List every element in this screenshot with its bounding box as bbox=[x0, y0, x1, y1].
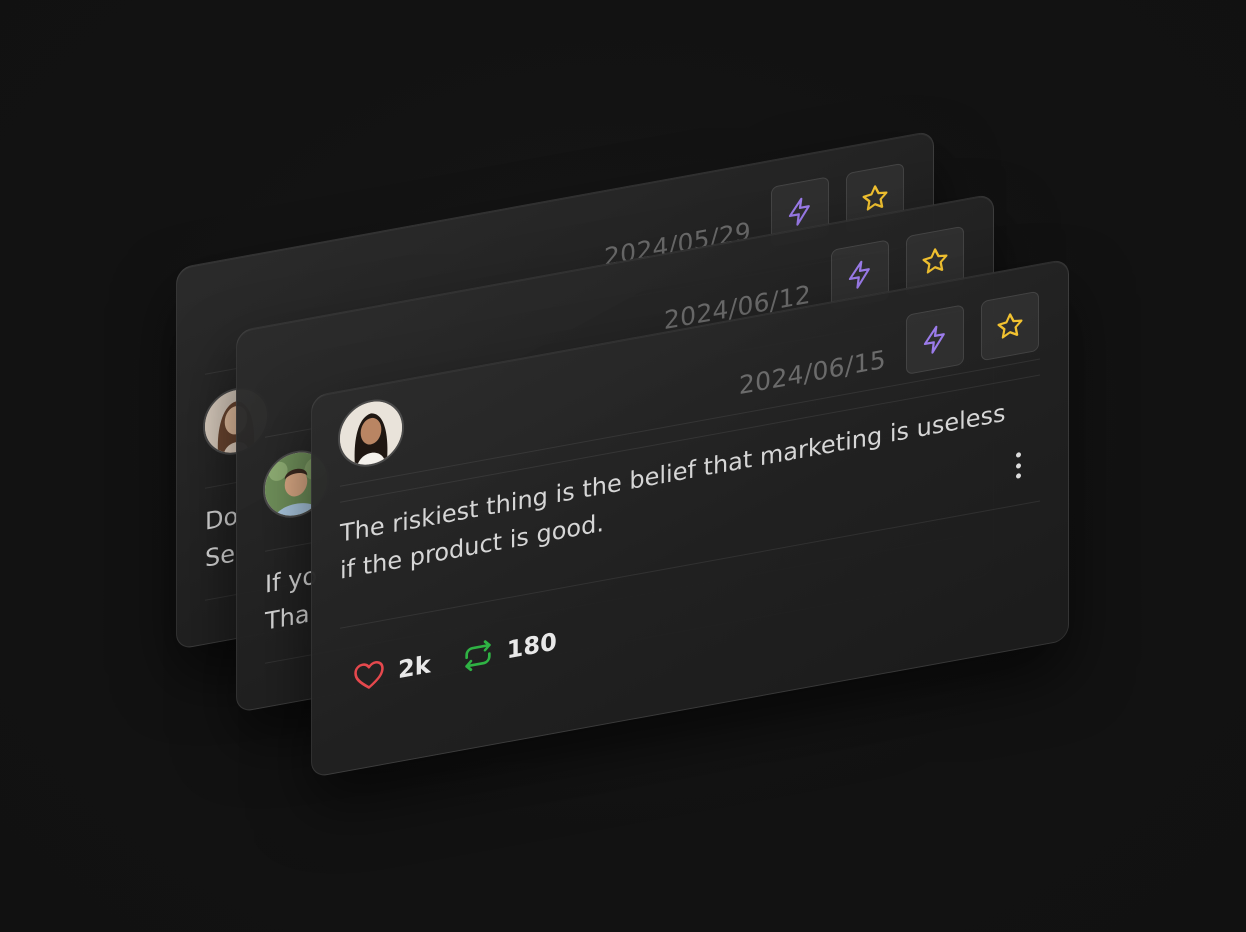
repost-count: 180 bbox=[506, 627, 557, 665]
more-dot bbox=[1015, 462, 1021, 469]
more-vertical-icon bbox=[1015, 452, 1021, 458]
heart-icon bbox=[354, 660, 384, 689]
more-dot bbox=[1015, 473, 1021, 479]
post-text: The riskiest thing is the belief that ma… bbox=[340, 398, 1006, 585]
like-count: 2k bbox=[398, 650, 431, 685]
like-button[interactable]: 2k bbox=[352, 647, 431, 695]
star-icon bbox=[997, 313, 1023, 339]
more-options-button[interactable] bbox=[1008, 447, 1028, 485]
repost-button[interactable]: 180 bbox=[461, 624, 557, 675]
repost-icon bbox=[464, 640, 491, 672]
boost-button[interactable] bbox=[906, 304, 964, 375]
avatar[interactable] bbox=[338, 394, 404, 473]
post-date: 2024/06/15 bbox=[738, 344, 886, 401]
stage: 2024/05/29 Do Se 2024/06/12 If yo Tha 20… bbox=[0, 0, 1246, 932]
lightning-bolt-icon bbox=[923, 325, 945, 354]
post-stats: 2k 180 bbox=[352, 619, 587, 696]
lightning-bolt-icon bbox=[848, 260, 870, 289]
star-icon bbox=[922, 248, 948, 274]
lightning-bolt-icon bbox=[788, 197, 810, 226]
star-icon bbox=[862, 185, 888, 211]
woman-avatar-icon bbox=[340, 396, 402, 470]
favorite-button[interactable] bbox=[981, 290, 1039, 362]
